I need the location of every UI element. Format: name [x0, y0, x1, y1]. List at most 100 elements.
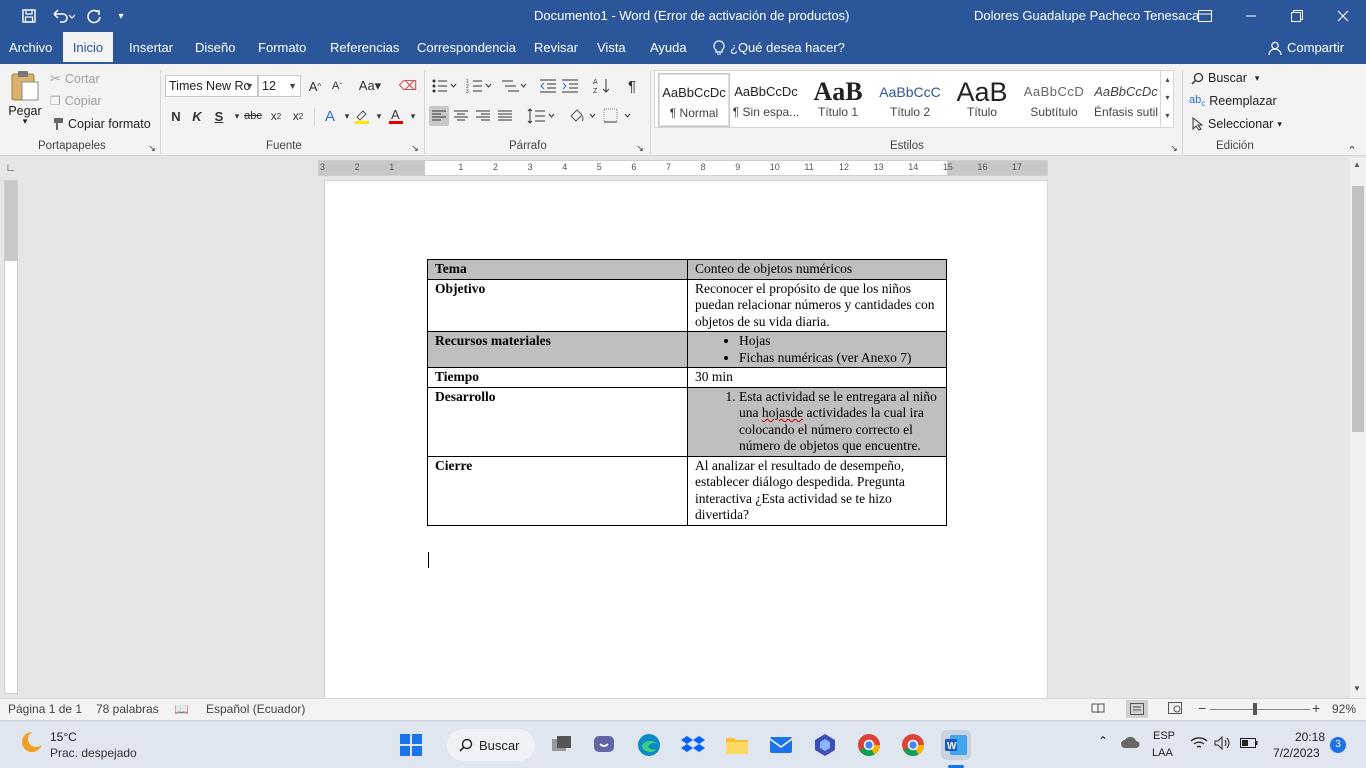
numbering-icon[interactable]: 123 [465, 76, 493, 96]
word-icon[interactable]: W [941, 730, 971, 760]
redo-icon[interactable] [84, 0, 104, 32]
zoom-out-icon[interactable]: − [1198, 700, 1206, 716]
row-value[interactable]: Al analizar el resultado de desempeño, e… [687, 455, 947, 526]
find-button[interactable]: Buscar ▾ [1191, 71, 1259, 85]
scroll-up-icon[interactable]: ▲ [1353, 160, 1361, 169]
task-view-icon[interactable] [547, 730, 577, 760]
align-left-icon[interactable] [429, 106, 449, 126]
restore-icon[interactable] [1274, 0, 1320, 32]
justify-icon[interactable] [495, 106, 515, 126]
minimize-icon[interactable] [1228, 0, 1274, 32]
vertical-ruler[interactable] [4, 180, 18, 694]
zoom-in-icon[interactable]: + [1312, 700, 1320, 716]
mail-icon[interactable] [766, 730, 796, 760]
zoom-slider-thumb[interactable] [1253, 703, 1257, 715]
row-label[interactable]: Tema [427, 259, 688, 280]
print-layout-icon[interactable] [1126, 700, 1148, 718]
wifi-icon[interactable] [1190, 736, 1208, 753]
chevron-down-icon[interactable]: ▾ [403, 106, 423, 126]
ribbon-display-options-icon[interactable] [1182, 0, 1228, 32]
format-painter-button[interactable]: Copiar formato [50, 117, 151, 131]
font-name-combo[interactable]: Times New Ro ▼ [165, 75, 258, 97]
tab-revisar[interactable]: Revisar [526, 32, 586, 64]
volume-icon[interactable] [1214, 735, 1232, 753]
file-explorer-icon[interactable] [722, 730, 752, 760]
replace-button[interactable]: abc Reemplazar [1189, 94, 1277, 108]
row-label[interactable]: Desarrollo [427, 386, 688, 457]
app-icon[interactable] [810, 730, 840, 760]
tab-diseno[interactable]: Diseño [187, 32, 243, 64]
strikethrough-button[interactable]: abc [243, 106, 263, 126]
paragraph-launcher-icon[interactable]: ↘ [634, 142, 646, 154]
input-language[interactable]: ESP [1153, 730, 1175, 742]
shrink-font-icon[interactable]: Aˇ [327, 76, 347, 96]
tab-insertar[interactable]: Insertar [121, 32, 181, 64]
superscript-icon[interactable]: x2 [288, 106, 308, 126]
tab-ayuda[interactable]: Ayuda [642, 32, 695, 64]
horizontal-ruler[interactable]: 3 2 1 1 2 3 4 5 6 7 8 9 10 11 12 13 14 15 16 17 [318, 160, 1048, 176]
underline-button[interactable]: S [209, 106, 229, 126]
style-subtitle[interactable]: AaBbCcD Subtítulo [1018, 73, 1090, 127]
show-hidden-icons-icon[interactable]: ⌃ [1098, 734, 1108, 748]
borders-icon[interactable] [603, 106, 631, 126]
weather-temp[interactable]: 15°C [50, 730, 77, 744]
grow-font-icon[interactable]: A ^ [305, 76, 325, 96]
bullets-icon[interactable] [430, 76, 458, 96]
style-heading-1[interactable]: AaB Título 1 [802, 73, 874, 127]
clear-formatting-icon[interactable]: ⌫ [398, 76, 418, 96]
document-page[interactable]: Tema Conteo de objetos numéricos Objetiv… [324, 180, 1048, 700]
row-label[interactable]: Recursos materiales [427, 331, 688, 368]
weather-icon[interactable] [20, 730, 44, 754]
scroll-down-icon[interactable]: ▼ [1353, 684, 1361, 693]
style-normal[interactable]: AaBbCcDc ¶ Normal [658, 73, 730, 127]
style-heading-2[interactable]: AaBbCcC Título 2 [874, 73, 946, 127]
clipboard-launcher-icon[interactable]: ↘ [146, 142, 158, 154]
tab-formato[interactable]: Formato [250, 32, 314, 64]
clock-date[interactable]: 7/2/2023 [1273, 746, 1320, 760]
change-case-icon[interactable]: Aa▾ [356, 76, 384, 96]
row-value[interactable]: Conteo de objetos numéricos [687, 259, 947, 280]
align-right-icon[interactable] [473, 106, 493, 126]
row-label[interactable]: Tiempo [427, 367, 688, 388]
font-size-combo[interactable]: 12 ▼ [258, 75, 301, 97]
row-value[interactable]: Reconocer el propósito de que los niños … [687, 278, 947, 332]
multilevel-list-icon[interactable] [500, 76, 528, 96]
zoom-slider-track[interactable] [1210, 709, 1310, 710]
paste-button[interactable]: Pegar ▾ [8, 70, 42, 132]
row-value[interactable]: Hojas Fichas numéricas (ver Anexo 7) [687, 331, 947, 368]
align-center-icon[interactable] [451, 106, 471, 126]
share-button[interactable]: Compartir [1268, 32, 1344, 64]
teams-chat-icon[interactable] [590, 730, 620, 760]
keyboard-layout[interactable]: LAA [1152, 747, 1173, 759]
style-no-spacing[interactable]: AaBbCcDc ¶ Sin espa... [730, 73, 802, 127]
edge-icon[interactable] [634, 730, 664, 760]
language-status[interactable]: Español (Ecuador) [206, 702, 305, 716]
weather-desc[interactable]: Prac. despejado [50, 746, 137, 760]
tab-correspondencia[interactable]: Correspondencia [409, 32, 524, 64]
row-label[interactable]: Cierre [427, 455, 688, 526]
tab-vista[interactable]: Vista [589, 32, 634, 64]
dropbox-icon[interactable] [678, 730, 708, 760]
decrease-indent-icon[interactable] [538, 76, 558, 96]
italic-button[interactable]: K [187, 106, 207, 126]
row-value[interactable]: 30 min [687, 367, 947, 388]
tab-inicio[interactable]: Inicio [63, 32, 113, 64]
notification-badge[interactable]: 3 [1330, 737, 1346, 753]
tab-selector-icon[interactable]: ∟ [4, 160, 18, 176]
sort-icon[interactable]: AZ [592, 76, 612, 96]
user-name[interactable]: Dolores Guadalupe Pacheco Tenesaca [974, 8, 1199, 23]
vertical-scrollbar[interactable]: ▲ ▼ [1350, 158, 1366, 698]
line-spacing-icon[interactable] [527, 106, 555, 126]
show-formatting-marks-icon[interactable]: ¶ [622, 76, 642, 96]
font-launcher-icon[interactable]: ↘ [409, 142, 421, 154]
read-mode-icon[interactable] [1091, 702, 1105, 717]
styles-launcher-icon[interactable]: ↘ [1168, 142, 1180, 154]
start-icon[interactable] [396, 730, 426, 760]
cut-button[interactable]: ✂ Cortar [50, 71, 100, 87]
chrome-profile-icon[interactable] [898, 730, 928, 760]
increase-indent-icon[interactable] [560, 76, 580, 96]
page-count[interactable]: Página 1 de 1 [8, 702, 82, 716]
style-title[interactable]: AaB Título [946, 73, 1018, 127]
row-label[interactable]: Objetivo [427, 278, 688, 332]
copy-button[interactable]: ❐ Copiar [50, 94, 102, 108]
